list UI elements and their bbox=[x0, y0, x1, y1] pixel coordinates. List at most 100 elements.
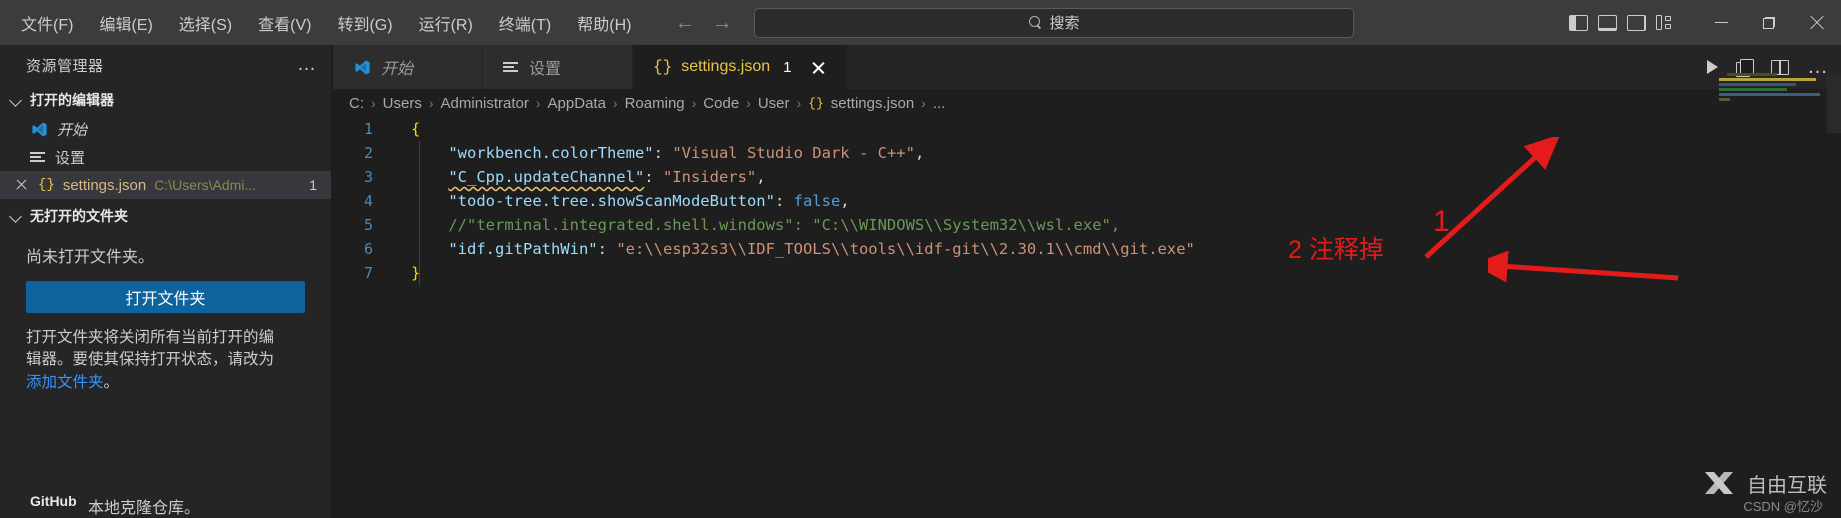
breadcrumb-item-symbol[interactable]: ... bbox=[933, 95, 946, 112]
more-actions-button[interactable]: … bbox=[1807, 56, 1829, 77]
minimize-button[interactable] bbox=[1697, 0, 1745, 45]
code-text[interactable]: } bbox=[381, 261, 420, 285]
open-folder-explanation: 打开文件夹将关闭所有当前打开的编 辑器。要使其保持打开状态，请改为 添加文件夹。 bbox=[0, 313, 331, 394]
section-no-folder[interactable]: 无打开的文件夹 bbox=[0, 201, 331, 231]
code-token: "C_Cpp.updateChannel" bbox=[448, 168, 645, 186]
back-arrow-icon[interactable]: ← bbox=[674, 12, 695, 33]
menu-item-view[interactable]: 查看(V) bbox=[245, 6, 324, 40]
section-github[interactable]: GitHub 本地克隆仓库。 bbox=[0, 484, 332, 518]
watermark-brand: 自由互联 bbox=[1747, 474, 1827, 497]
breadcrumb-item-users[interactable]: Users bbox=[383, 95, 422, 112]
tab-welcome[interactable]: 开始 bbox=[333, 45, 483, 89]
close-icon[interactable] bbox=[14, 177, 30, 193]
breadcrumb-item-administrator[interactable]: Administrator bbox=[441, 95, 529, 112]
customize-layout-icon[interactable] bbox=[1656, 15, 1675, 31]
code-line[interactable]: 5 //"terminal.integrated.shell.windows":… bbox=[333, 213, 1841, 237]
code-line[interactable]: 6 "idf.gitPathWin": "e:\\esp32s3\\IDF_TO… bbox=[333, 237, 1841, 261]
toggle-primary-sidebar-icon[interactable] bbox=[1569, 14, 1588, 31]
code-token: } bbox=[411, 264, 421, 282]
tab-settings[interactable]: 设置 bbox=[483, 45, 633, 89]
breadcrumb-item-drive[interactable]: C: bbox=[349, 95, 364, 112]
open-editor-settings-label: 设置 bbox=[55, 149, 86, 167]
code-text[interactable]: { bbox=[381, 117, 420, 141]
vscode-logo-icon bbox=[355, 60, 370, 74]
breadcrumb-item-roaming[interactable]: Roaming bbox=[625, 95, 685, 112]
explorer-header: 资源管理器 … bbox=[0, 45, 331, 85]
json-braces-icon: {} bbox=[808, 95, 824, 111]
breadcrumb-item-appdata[interactable]: AppData bbox=[548, 95, 606, 112]
json-braces-icon: {} bbox=[653, 58, 673, 76]
tab-settings-json-label: settings.json bbox=[681, 58, 771, 75]
forward-arrow-icon[interactable]: → bbox=[711, 12, 732, 33]
search-input[interactable]: 搜索 bbox=[754, 7, 1355, 38]
code-token: : bbox=[597, 240, 617, 258]
explorer-sidebar: 资源管理器 … 打开的编辑器 开始 设置 {} settings.json C:… bbox=[0, 45, 332, 518]
menu-item-run[interactable]: 运行(R) bbox=[406, 6, 486, 40]
code-token: //"terminal.integrated.shell.windows": "… bbox=[448, 216, 1121, 234]
code-token: "todo-tree.tree.showScanModeButton" bbox=[448, 192, 775, 210]
code-token: "idf.gitPathWin" bbox=[448, 240, 598, 258]
brand-mark-icon bbox=[1705, 472, 1733, 494]
breadcrumb-separator: › bbox=[921, 95, 926, 111]
breadcrumb-item-code[interactable]: Code bbox=[703, 95, 739, 112]
code-text[interactable]: "idf.gitPathWin": "e:\\esp32s3\\IDF_TOOL… bbox=[381, 237, 1195, 261]
breadcrumb-item-user[interactable]: User bbox=[758, 95, 790, 112]
code-line[interactable]: 4 "todo-tree.tree.showScanModeButton": f… bbox=[333, 189, 1841, 213]
code-token: : bbox=[774, 192, 794, 210]
code-line[interactable]: 7} bbox=[333, 261, 1841, 285]
code-text[interactable]: //"terminal.integrated.shell.windows": "… bbox=[381, 213, 1120, 237]
settings-lines-icon bbox=[30, 150, 47, 164]
editor-tab-bar: 开始 设置 {} settings.json 1 … bbox=[333, 45, 1841, 89]
title-bar: 文件(F) 编辑(E) 选择(S) 查看(V) 转到(G) 运行(R) 终端(T… bbox=[0, 0, 1841, 45]
code-line[interactable]: 3 "C_Cpp.updateChannel": "Insiders", bbox=[333, 165, 1841, 189]
vscode-window: 文件(F) 编辑(E) 选择(S) 查看(V) 转到(G) 运行(R) 终端(T… bbox=[0, 0, 1841, 518]
code-token: false bbox=[793, 192, 841, 210]
menu-item-file[interactable]: 文件(F) bbox=[8, 6, 86, 40]
code-token: , bbox=[756, 168, 766, 186]
menu-item-select[interactable]: 选择(S) bbox=[166, 6, 245, 40]
code-token: "e:\\esp32s3\\IDF_TOOLS\\tools\\idf-git\… bbox=[616, 240, 1195, 258]
add-folder-link[interactable]: 添加文件夹 bbox=[26, 374, 104, 391]
minimap[interactable] bbox=[1719, 73, 1829, 131]
code-line[interactable]: 1{ bbox=[333, 117, 1841, 141]
restore-button[interactable] bbox=[1745, 0, 1793, 45]
clone-repository-text: 本地克隆仓库。 bbox=[88, 500, 201, 517]
open-editor-settings-json[interactable]: {} settings.json C:\Users\Admi... 1 bbox=[0, 171, 331, 199]
toggle-secondary-sidebar-icon[interactable] bbox=[1627, 14, 1646, 31]
code-token: , bbox=[914, 144, 925, 162]
open-editor-badge: 1 bbox=[309, 177, 317, 193]
code-text[interactable]: "todo-tree.tree.showScanModeButton": fal… bbox=[381, 189, 849, 213]
json-braces-icon: {} bbox=[38, 177, 55, 193]
breadcrumb-item-file[interactable]: settings.json bbox=[831, 95, 914, 112]
code-text[interactable]: "workbench.colorTheme": "Visual Studio D… bbox=[381, 141, 924, 165]
toggle-panel-icon[interactable] bbox=[1598, 14, 1617, 31]
tab-close-icon[interactable] bbox=[810, 59, 827, 76]
menu-item-edit[interactable]: 编辑(E) bbox=[86, 6, 165, 40]
section-open-editors[interactable]: 打开的编辑器 bbox=[0, 85, 331, 115]
code-line[interactable]: 2 "workbench.colorTheme": "Visual Studio… bbox=[333, 141, 1841, 165]
open-folder-button[interactable]: 打开文件夹 bbox=[26, 281, 305, 313]
code-editor[interactable]: 1{2 "workbench.colorTheme": "Visual Stud… bbox=[333, 117, 1841, 285]
explorer-title: 资源管理器 bbox=[26, 57, 104, 75]
breadcrumb: C: › Users › Administrator › AppData › R… bbox=[333, 89, 1841, 117]
explorer-more-actions-icon[interactable]: … bbox=[297, 55, 317, 74]
run-button[interactable] bbox=[1707, 60, 1718, 74]
tab-settings-json-badge: 1 bbox=[783, 58, 792, 76]
menu-item-help[interactable]: 帮助(H) bbox=[564, 6, 644, 40]
menu-item-go[interactable]: 转到(G) bbox=[324, 6, 405, 40]
close-button[interactable] bbox=[1793, 0, 1841, 45]
code-text[interactable]: "C_Cpp.updateChannel": "Insiders", bbox=[381, 165, 766, 189]
line-number: 3 bbox=[363, 168, 373, 186]
tab-settings-json[interactable]: {} settings.json 1 bbox=[633, 45, 849, 89]
section-github-label: GitHub bbox=[30, 493, 77, 509]
menu-item-terminal[interactable]: 终端(T) bbox=[486, 6, 564, 40]
open-editor-settings[interactable]: 设置 bbox=[0, 143, 331, 171]
search-icon bbox=[1029, 16, 1042, 29]
breadcrumb-separator: › bbox=[746, 95, 751, 111]
editor-scrollbar[interactable] bbox=[1827, 73, 1841, 133]
menu-bar: 文件(F) 编辑(E) 选择(S) 查看(V) 转到(G) 运行(R) 终端(T… bbox=[0, 6, 644, 40]
open-editor-welcome[interactable]: 开始 bbox=[0, 115, 331, 143]
